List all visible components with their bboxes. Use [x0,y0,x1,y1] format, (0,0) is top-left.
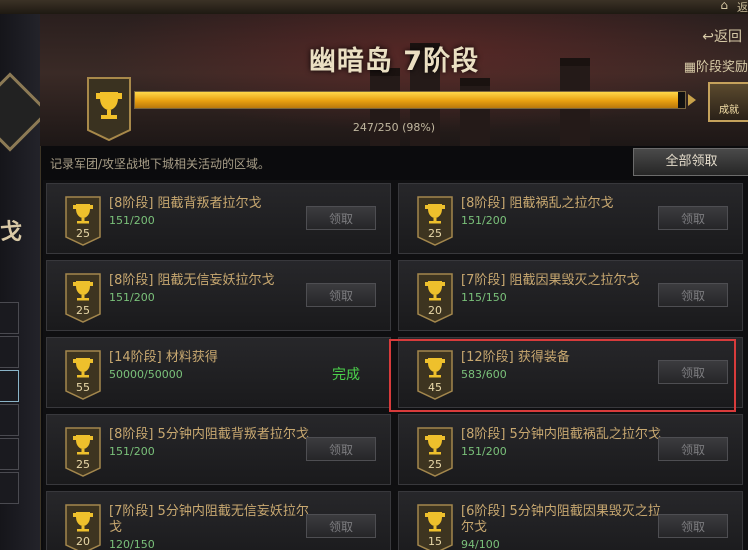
badge-points: 25 [428,227,442,240]
left-tab-6[interactable] [0,472,19,504]
mission-title: [8阶段] 阻截无信妄妖拉尔戈 [109,273,275,288]
mission-title: [7阶段] 阻截因果毁灭之拉尔戈 [461,273,640,288]
claim-button[interactable]: 领取 [658,360,728,384]
page-title: 幽暗岛 7阶段 [308,46,480,77]
claim-button[interactable]: 领取 [306,206,376,230]
stage-progress-text: 247/250 (98%) [352,121,436,134]
stage-progress-bar [134,91,686,109]
left-tab-5[interactable] [0,438,19,470]
trophy-points-badge: 25 [65,427,101,477]
mission-card: 25 [8阶段] 阻截祸乱之拉尔戈 151/200 领取 [398,183,743,254]
trophy-points-badge: 20 [417,273,453,323]
badge-points: 20 [76,535,90,548]
gift-icon: ▦ [683,60,696,75]
badge-points: 25 [76,304,90,317]
mission-list[interactable]: 25 [8阶段] 阻截背叛者拉尔戈 151/200 领取 25 [8阶段] 阻截祸乱之拉尔… [43,180,748,550]
left-panel-title-char: 戈 [0,220,23,245]
mission-title: [8阶段] 5分钟内阻截背叛者拉尔戈 [109,427,309,442]
mission-progress: 151/200 [109,214,155,227]
mission-progress: 151/200 [461,445,507,458]
mission-progress: 50000/50000 [109,368,183,381]
mission-card: 25 [8阶段] 5分钟内阻截祸乱之拉尔戈 151/200 领取 [398,414,743,485]
trophy-points-badge: 25 [65,273,101,323]
trophy-points-badge: 15 [417,504,453,550]
claim-button[interactable]: 领取 [658,514,728,538]
mission-card: 25 [8阶段] 阻截背叛者拉尔戈 151/200 领取 [46,183,391,254]
mission-card: 45 [12阶段] 获得装备 583/600 领取 [398,337,743,408]
badge-points: 25 [76,458,90,471]
top-bar: ⌂ 返 [0,0,748,15]
stage-progress-fill [135,92,679,108]
claim-button[interactable]: 领取 [658,437,728,461]
left-tab-3-active[interactable] [0,370,19,402]
stage-header: 幽暗岛 7阶段 ↩返回 ▦阶段奖励 成就 247/250 (98%) [40,14,748,146]
mission-title: [8阶段] 5分钟内阻截祸乱之拉尔戈 [461,427,661,442]
trophy-points-badge: 45 [417,350,453,400]
left-side-panel: 戈 [0,14,50,550]
badge-points: 25 [76,227,90,240]
mission-title: [8阶段] 阻截背叛者拉尔戈 [109,196,262,211]
badge-points: 15 [428,535,442,548]
home-icon[interactable]: ⌂ [720,0,728,12]
claim-button[interactable]: 领取 [658,206,728,230]
left-tab-1[interactable] [0,302,19,334]
mission-card: 20 [7阶段] 5分钟内阻截无信妄妖拉尔戈 120/150 领取 [46,491,391,550]
trophy-points-badge: 20 [65,504,101,550]
mission-progress: 115/150 [461,291,507,304]
mission-progress: 151/200 [109,445,155,458]
stage-reward-label: 阶段奖励 [695,60,748,75]
mission-card: 25 [8阶段] 5分钟内阻截背叛者拉尔戈 151/200 领取 [46,414,391,485]
mission-title: [14阶段] 材料获得 [109,350,218,365]
trophy-points-badge: 25 [417,427,453,477]
mission-progress: 94/100 [461,538,500,550]
mission-title: [7阶段] 5分钟内阻截无信妄妖拉尔戈 [109,504,309,535]
back-button[interactable]: ↩返回 [702,26,742,46]
badge-points: 55 [76,381,90,394]
castle-silhouette [460,78,490,146]
top-return-label[interactable]: 返 [737,0,748,15]
badge-points: 25 [428,458,442,471]
badge-points: 45 [428,381,442,394]
complete-label: 完成 [332,367,360,383]
claim-button[interactable]: 领取 [658,283,728,307]
trophy-points-badge: 25 [65,196,101,246]
mission-progress: 583/600 [461,368,507,381]
mission-title: [8阶段] 阻截祸乱之拉尔戈 [461,196,614,211]
claim-all-button[interactable]: 全部领取 [633,148,748,176]
mission-progress: 151/200 [461,214,507,227]
mission-progress: 151/200 [109,291,155,304]
claim-button[interactable]: 领取 [306,514,376,538]
mission-title: [6阶段] 5分钟内阻截因果毁灭之拉尔戈 [461,504,661,535]
achievement-label: 成就 [719,105,739,116]
trophy-points-badge: 25 [417,196,453,246]
mission-card: 55 [14阶段] 材料获得 50000/50000 完成 [46,337,391,408]
achievement-chest-button[interactable]: 成就 [708,82,748,122]
progress-arrow-icon [688,94,696,106]
trophy-points-badge: 55 [65,350,101,400]
section-description: 记录军团/攻坚战地下城相关活动的区域。 [50,157,271,171]
mission-card: 15 [6阶段] 5分钟内阻截因果毁灭之拉尔戈 94/100 领取 [398,491,743,550]
claim-button[interactable]: 领取 [306,437,376,461]
left-tab-2[interactable] [0,336,19,368]
mission-title: [12阶段] 获得装备 [461,350,570,365]
mission-card: 20 [7阶段] 阻截因果毁灭之拉尔戈 115/150 领取 [398,260,743,331]
stage-reward-button[interactable]: ▦阶段奖励 [684,56,748,75]
badge-points: 20 [428,304,442,317]
mission-progress: 120/150 [109,538,155,550]
claim-button[interactable]: 领取 [306,283,376,307]
mission-card: 25 [8阶段] 阻截无信妄妖拉尔戈 151/200 领取 [46,260,391,331]
left-tab-4[interactable] [0,404,19,436]
